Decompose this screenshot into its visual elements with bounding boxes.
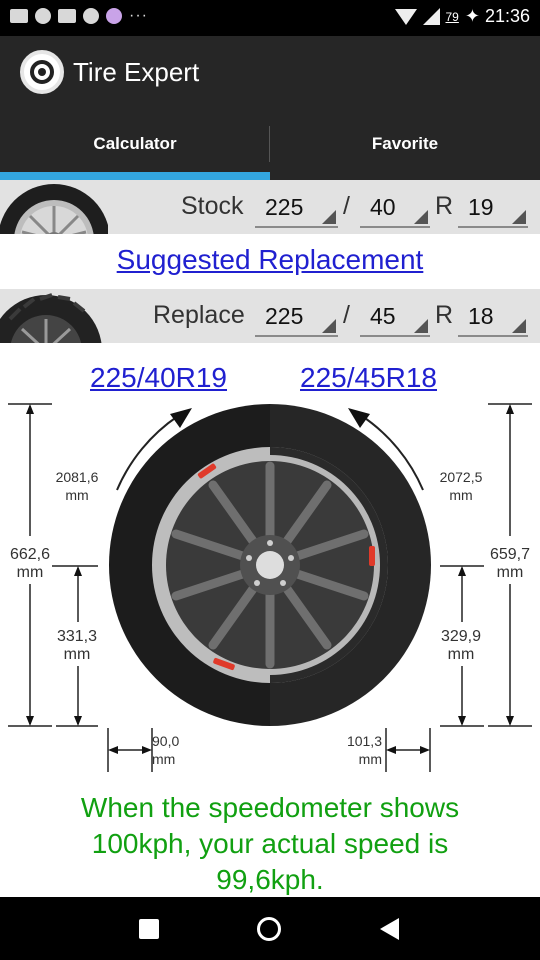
replace-sidewall-label: 101,3 mm (346, 733, 382, 767)
replace-circumference-label: 2072,5 mm (439, 469, 483, 503)
stock-rim-dropdown[interactable]: 19 (458, 190, 528, 228)
dropdown-arrow-icon (512, 319, 526, 333)
stock-width-dropdown[interactable]: 225 (255, 190, 338, 228)
time-text: 21:36 (484, 6, 530, 26)
signal-icon (422, 8, 440, 25)
replace-rim-prefix: R (435, 301, 454, 329)
recents-button[interactable] (139, 919, 159, 939)
app-bar: Tire Expert (0, 36, 540, 108)
home-button[interactable] (257, 917, 281, 941)
status-bar: ··· 79 ✦ 21:36 (0, 0, 540, 36)
tab-calculator[interactable]: Calculator (0, 108, 270, 180)
replace-aspect-value: 45 (370, 303, 396, 329)
cloud-icon (83, 8, 99, 24)
replace-diameter-label: 659,7 mm (489, 546, 531, 581)
tire-comparison-diagram: 225/40R19 225/45R18 2081,6 mm 2072,5 mm … (0, 344, 540, 897)
clock: ✦ 21:36 (464, 6, 530, 26)
system-nav-bar (0, 897, 540, 960)
replace-rim-dropdown[interactable]: 18 (458, 299, 528, 337)
dropdown-arrow-icon (512, 210, 526, 224)
replace-width-value: 225 (265, 303, 304, 329)
replace-size-row: Replace 225 / 45 R 18 (0, 289, 540, 343)
chat-icon (35, 8, 51, 24)
replace-label: Replace (153, 301, 245, 329)
stock-aspect-dropdown[interactable]: 40 (360, 190, 430, 228)
more-notifications-icon: ··· (129, 7, 148, 24)
tab-bar: Calculator Favorite (0, 108, 540, 180)
stock-tire-image (0, 180, 108, 234)
stock-diameter-label: 662,6 mm (9, 546, 51, 581)
battery-level: 79 (445, 9, 459, 24)
stock-label: Stock (181, 192, 244, 220)
stock-slash: / (343, 192, 350, 220)
tab-favorite[interactable]: Favorite (270, 108, 540, 180)
stock-radius-label: 331,3 mm (56, 628, 98, 663)
suggested-replacement-link[interactable]: Suggested Replacement (0, 244, 540, 276)
dropdown-arrow-icon (322, 319, 336, 333)
flower-icon (106, 8, 122, 24)
selected-tab-indicator (0, 172, 270, 180)
replace-rim-value: 18 (468, 303, 494, 329)
tire-logo-icon (20, 50, 64, 94)
stock-rim-prefix: R (435, 192, 454, 220)
youtube-icon (58, 9, 76, 23)
replace-width-dropdown[interactable]: 225 (255, 299, 338, 337)
replace-tire-image (0, 289, 108, 343)
status-indicators: 79 ✦ 21:36 (394, 6, 530, 27)
dropdown-arrow-icon (322, 210, 336, 224)
stock-width-value: 225 (265, 194, 304, 220)
back-button[interactable] (380, 918, 399, 940)
dropdown-arrow-icon (414, 210, 428, 224)
stock-aspect-value: 40 (370, 194, 396, 220)
dropdown-arrow-icon (414, 319, 428, 333)
stock-sidewall-label: 90,0 mm (152, 733, 180, 767)
stock-size-row: Stock 225 / 40 R 19 (0, 180, 540, 234)
notification-icons: ··· (10, 8, 148, 24)
replace-aspect-dropdown[interactable]: 45 (360, 299, 430, 337)
replace-radius-label: 329,9 mm (440, 628, 482, 663)
stock-rim-value: 19 (468, 194, 494, 220)
replace-slash: / (343, 301, 350, 329)
tire-diagram-graphic (8, 403, 532, 772)
stock-circumference-label: 2081,6 mm (55, 469, 99, 503)
app-title: Tire Expert (73, 57, 200, 87)
speedometer-message: When the speedometer shows 100kph, your … (80, 792, 460, 895)
mail-icon (10, 9, 28, 23)
wifi-icon (394, 8, 417, 25)
